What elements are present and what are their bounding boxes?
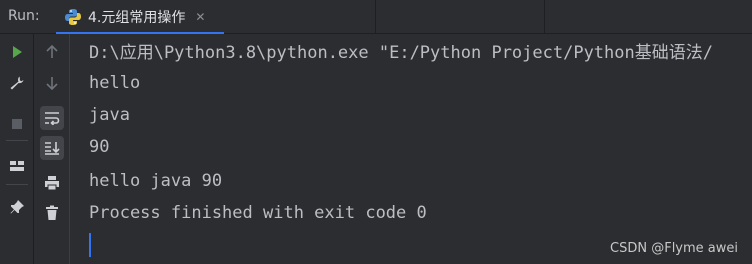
- text-cursor: [89, 233, 91, 257]
- run-actions-toolbar: [0, 34, 34, 264]
- trash-icon[interactable]: [40, 201, 64, 225]
- soft-wrap-icon[interactable]: [40, 106, 64, 130]
- console-actions-toolbar: [34, 34, 70, 264]
- console-line: 90: [89, 137, 110, 157]
- divider: [375, 0, 376, 34]
- divider: [6, 140, 28, 141]
- python-icon: [64, 8, 82, 26]
- arrow-up-icon[interactable]: [40, 40, 64, 64]
- run-tool-window-header: Run: 4.元组常用操作 ✕: [0, 0, 752, 35]
- console-line-command: D:\应用\Python3.8\python.exe "E:/Python Pr…: [89, 43, 713, 63]
- scroll-to-end-icon[interactable]: [40, 136, 64, 160]
- console-line-exit-status: Process finished with exit code 0: [89, 203, 427, 223]
- tab-title: 4.元组常用操作: [88, 10, 186, 26]
- console-line: hello: [89, 73, 141, 93]
- divider: [6, 184, 28, 185]
- print-icon[interactable]: [40, 171, 64, 195]
- layout-icon[interactable]: [5, 154, 29, 178]
- console-output[interactable]: D:\应用\Python3.8\python.exe "E:/Python Pr…: [70, 34, 752, 264]
- arrow-down-icon[interactable]: [40, 71, 64, 95]
- close-icon[interactable]: ✕: [195, 10, 205, 24]
- console-line: hello java 90: [89, 171, 223, 191]
- play-icon[interactable]: [5, 40, 29, 64]
- stop-icon[interactable]: [5, 112, 29, 136]
- wrench-icon[interactable]: [5, 71, 29, 95]
- run-label: Run:: [8, 8, 40, 24]
- tab-run-configuration[interactable]: 4.元组常用操作 ✕: [56, 0, 224, 35]
- pin-icon[interactable]: [5, 195, 29, 219]
- divider: [544, 0, 545, 34]
- console-line: java: [89, 105, 130, 125]
- watermark: CSDN @Flyme awei: [610, 241, 738, 256]
